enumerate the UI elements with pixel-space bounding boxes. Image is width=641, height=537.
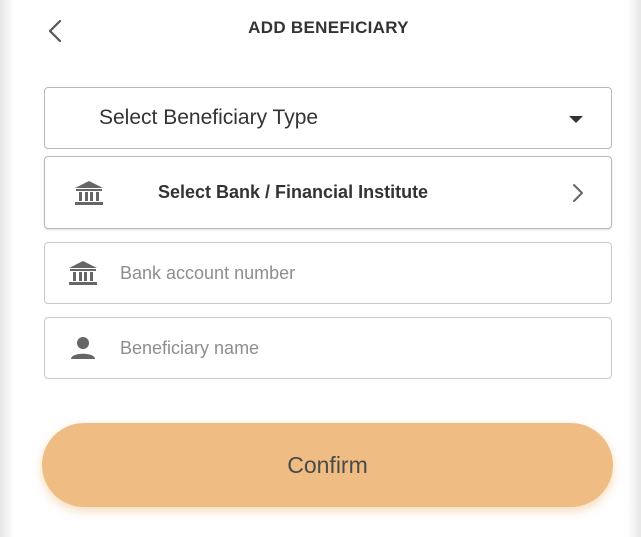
- confirm-button[interactable]: Confirm: [42, 423, 613, 507]
- header: ADD BENEFICIARY: [0, 0, 641, 50]
- beneficiary-type-select[interactable]: Select Beneficiary Type: [44, 87, 612, 149]
- account-number-field[interactable]: [44, 242, 612, 304]
- beneficiary-type-label: Select Beneficiary Type: [99, 106, 319, 129]
- left-edge-shadow: [0, 0, 14, 537]
- right-edge-shadow: [627, 0, 641, 537]
- person-icon: [65, 332, 101, 364]
- bank-select[interactable]: Select Bank / Financial Institute: [44, 156, 612, 229]
- chevron-right-icon: [569, 182, 587, 204]
- bank-select-label: Select Bank / Financial Institute: [158, 182, 429, 202]
- bank-icon: [65, 257, 101, 289]
- beneficiary-name-field[interactable]: [44, 317, 612, 379]
- account-number-input[interactable]: [120, 255, 595, 291]
- bank-icon: [71, 177, 107, 209]
- caret-down-icon: [569, 116, 583, 123]
- beneficiary-name-input[interactable]: [120, 330, 595, 366]
- add-beneficiary-screen: ADD BENEFICIARY Select Beneficiary Type …: [0, 0, 641, 537]
- page-title: ADD BENEFICIARY: [248, 18, 409, 37]
